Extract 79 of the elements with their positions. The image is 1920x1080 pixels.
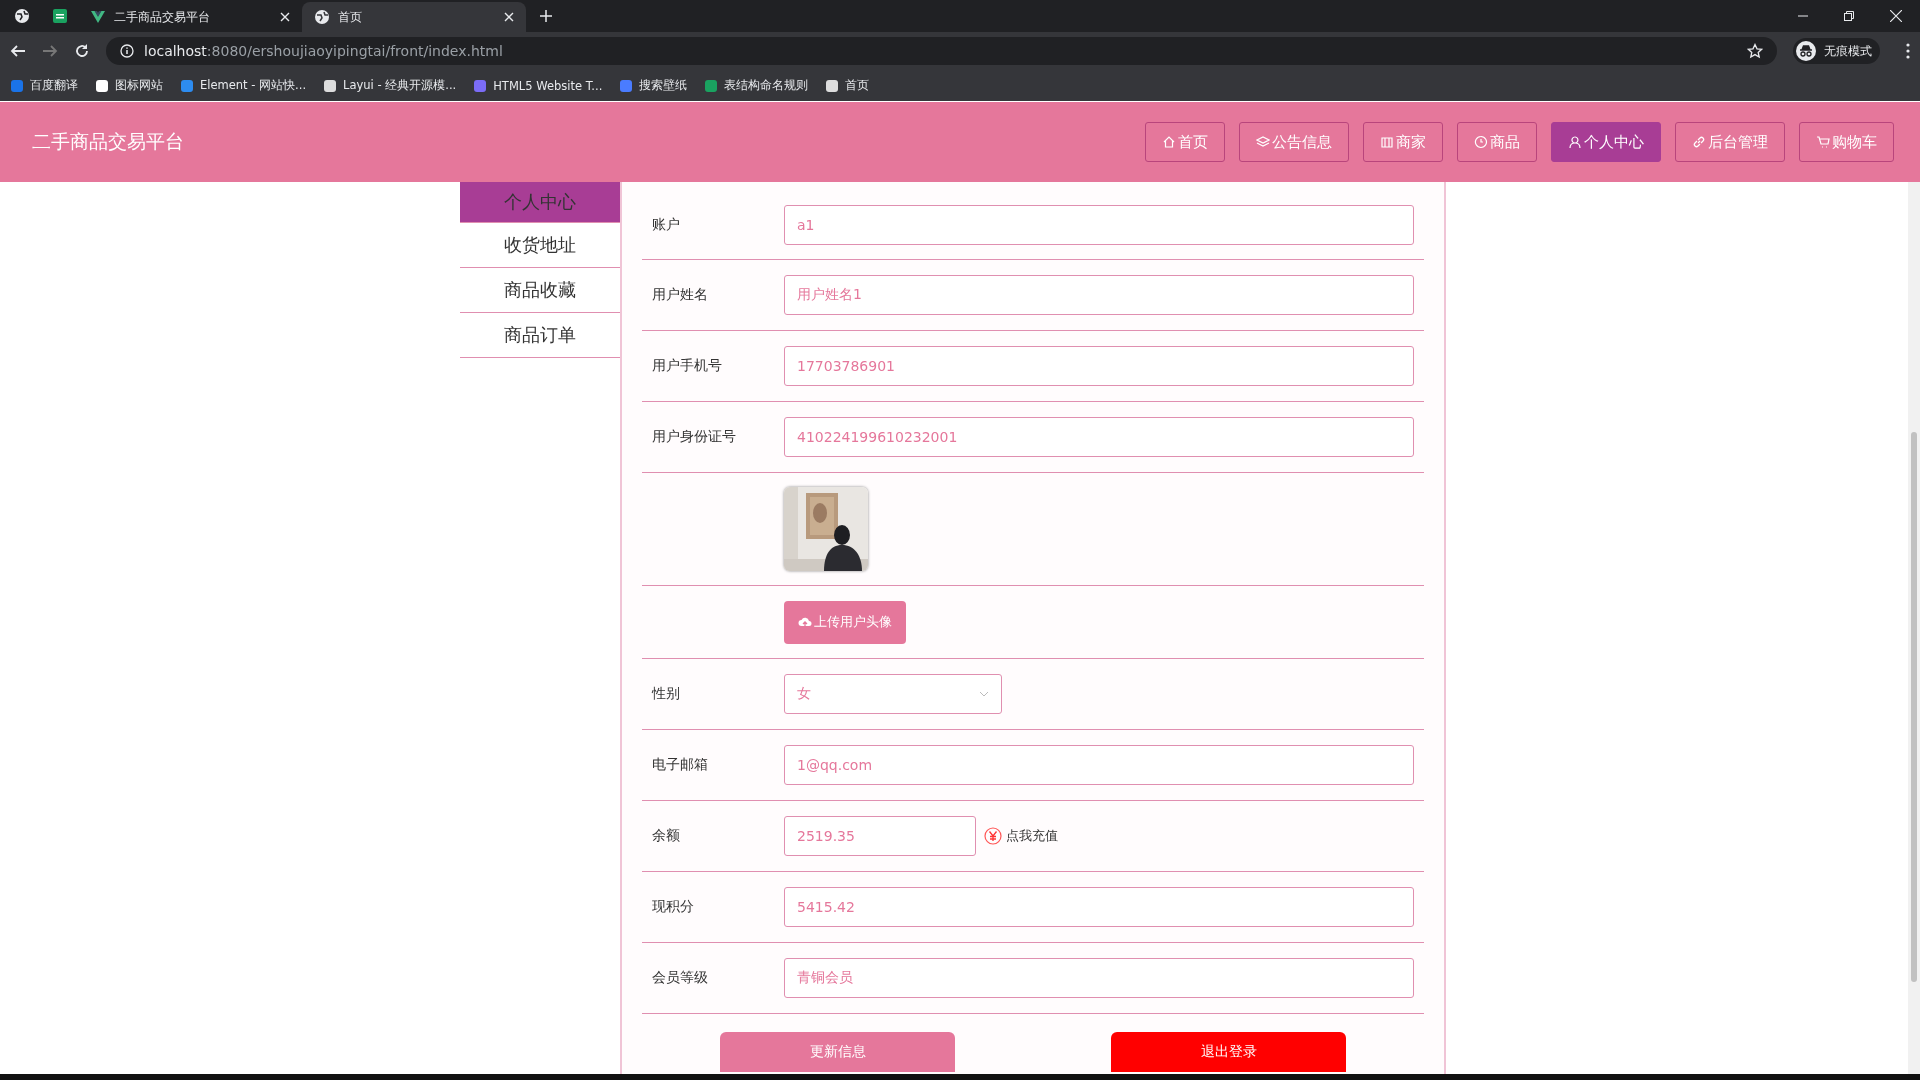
- forward-arrow-icon[interactable]: [42, 43, 58, 59]
- close-icon[interactable]: [1890, 10, 1902, 22]
- star-icon[interactable]: [1747, 43, 1763, 59]
- tab-title: 二手商品交易平台: [114, 8, 211, 26]
- browser-tab[interactable]: 首页: [302, 2, 526, 32]
- field-label: 账户: [651, 215, 681, 234]
- bookmark[interactable]: 百度翻译: [10, 78, 78, 93]
- cart-icon: [1816, 135, 1830, 149]
- house-icon: [1162, 135, 1176, 149]
- more-icon[interactable]: [1906, 43, 1910, 59]
- text-field[interactable]: a1: [784, 204, 1414, 245]
- field-label: 性别: [650, 685, 681, 703]
- reload-icon[interactable]: [74, 43, 90, 59]
- browser-tab[interactable]: 二手商品交易平台: [78, 2, 302, 32]
- chevron-down-icon: [979, 691, 989, 697]
- nav-button[interactable]: 后台管理: [1675, 122, 1785, 162]
- bookmark[interactable]: 图标网站: [95, 78, 163, 93]
- bookmark[interactable]: Layui - 经典开源模...: [323, 78, 457, 93]
- bookmark[interactable]: 表结构命名规则: [704, 78, 809, 93]
- text-field[interactable]: 2519.35: [784, 816, 976, 856]
- text-field[interactable]: 青铜会员: [784, 958, 1414, 998]
- yuan-coin-icon: [984, 827, 1002, 845]
- link-icon: [1692, 135, 1706, 149]
- person-icon: [1568, 135, 1582, 149]
- bookmark-icon: [323, 78, 338, 93]
- upload-avatar-button[interactable]: 上传用户头像: [784, 600, 906, 644]
- text-field[interactable]: 410224199610232001: [784, 417, 1414, 457]
- clock-icon: [1474, 135, 1488, 149]
- sidebar-item[interactable]: 个人中心: [460, 182, 620, 223]
- address-field[interactable]: localhost:8080/ershoujiaoyipingtai/front/index.html: [106, 37, 1777, 65]
- bookmark[interactable]: Element - 网站快...: [180, 78, 307, 93]
- text-field[interactable]: 用户姓名1: [784, 275, 1414, 315]
- cloud-upload-icon: [798, 615, 812, 629]
- tab-title: 首页: [338, 8, 363, 26]
- nav-button[interactable]: 商品: [1457, 122, 1537, 162]
- nav-button[interactable]: 公告信息: [1239, 122, 1349, 162]
- text-field[interactable]: 5415.42: [784, 887, 1414, 927]
- incognito-icon: [1796, 41, 1816, 61]
- nav-button[interactable]: 商家: [1363, 122, 1443, 162]
- bookmark-icon: [10, 78, 24, 93]
- field-label: 用户手机号: [651, 357, 723, 375]
- storefront-icon: [1380, 135, 1394, 149]
- text-field[interactable]: 1@qq.com: [784, 745, 1414, 785]
- layers-icon: [1256, 135, 1270, 149]
- select-field[interactable]: 女: [784, 674, 1002, 714]
- field-label: 余额: [651, 827, 681, 845]
- bookmark[interactable]: 搜索壁纸: [619, 78, 688, 93]
- update-button[interactable]: 更新信息: [720, 1032, 955, 1072]
- logout-button[interactable]: 退出登录: [1111, 1032, 1346, 1072]
- bookmark-icon: [704, 78, 719, 93]
- field-label: 会员等级: [651, 969, 709, 987]
- vue-logo-icon: [90, 9, 106, 25]
- field-label: 用户身份证号: [651, 428, 737, 446]
- restore-icon[interactable]: [1844, 11, 1854, 21]
- nav-button[interactable]: 个人中心: [1551, 122, 1661, 162]
- field-label: 电子邮箱: [651, 756, 709, 774]
- globe-icon[interactable]: [14, 8, 30, 24]
- nav-button[interactable]: 购物车: [1799, 122, 1894, 162]
- bookmark[interactable]: HTML5 Website T...: [473, 78, 603, 93]
- profile-button[interactable]: 无痕模式: [1793, 38, 1880, 64]
- field-label: 用户姓名: [651, 286, 709, 304]
- bookmark-icon: [180, 78, 194, 93]
- bookmark-icon: [825, 78, 840, 93]
- spreadsheet-icon[interactable]: [52, 8, 68, 24]
- site-title: 二手商品交易平台: [32, 129, 184, 154]
- info-icon: [120, 44, 134, 58]
- text-field[interactable]: 17703786901: [784, 346, 1414, 386]
- recharge-link[interactable]: 点我充值: [984, 827, 1058, 845]
- globe-icon: [314, 9, 330, 25]
- bookmark-icon: [619, 78, 634, 93]
- field-label: 现积分: [651, 898, 695, 916]
- bookmark-icon: [95, 78, 109, 93]
- nav-button[interactable]: 首页: [1145, 122, 1225, 162]
- bookmark-icon: [473, 78, 488, 93]
- bookmark[interactable]: 首页: [825, 78, 870, 93]
- close-icon[interactable]: [280, 12, 290, 22]
- new-tab-icon[interactable]: [540, 10, 552, 22]
- close-icon[interactable]: [504, 12, 514, 22]
- back-arrow-icon[interactable]: [10, 43, 26, 59]
